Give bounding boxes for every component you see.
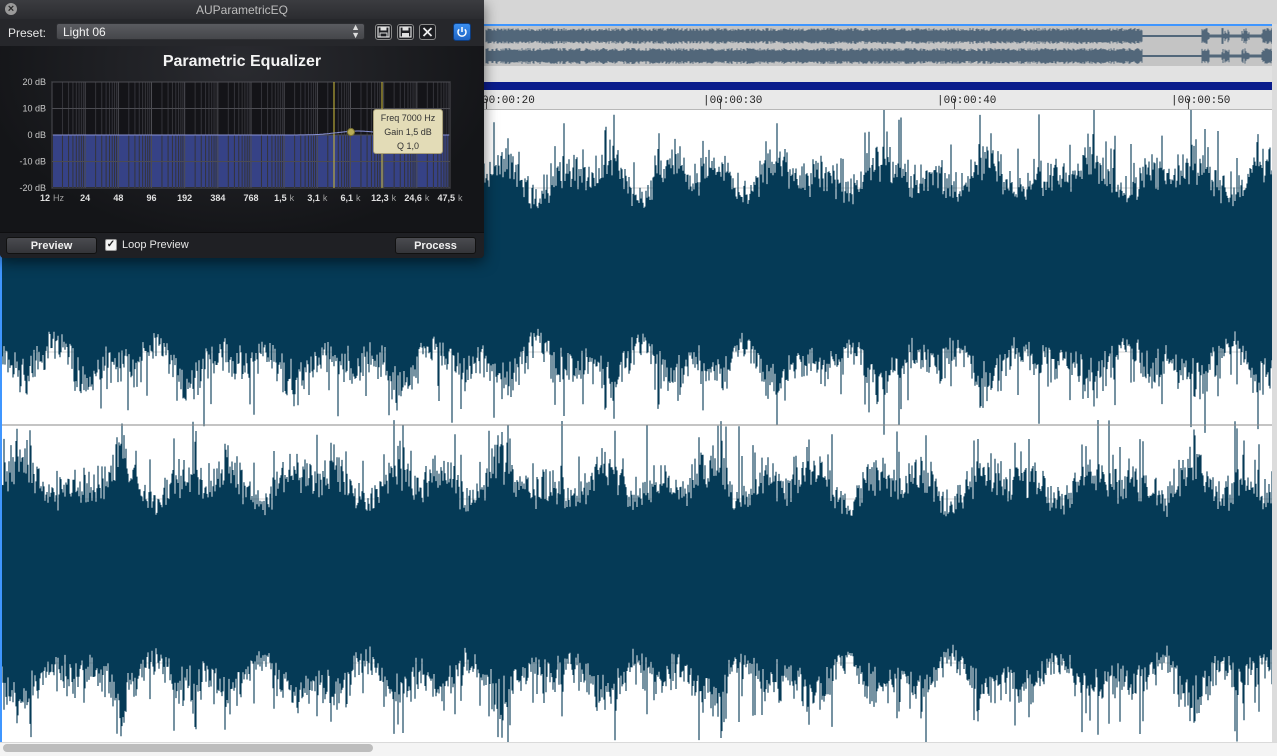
frequency-tick-label: 192: [177, 193, 192, 203]
eq-footer: Preview ✓ Loop Preview Process: [0, 232, 484, 258]
frequency-tick-label: 12 Hz: [40, 193, 65, 203]
ruler-label: |00:00:50: [1171, 95, 1231, 107]
tooltip-q: Q 1,0: [396, 141, 419, 151]
band-tooltip: Freq 7000 Hz Gain 1,5 dB Q 1,0: [373, 109, 443, 154]
delete-icon: [422, 27, 433, 37]
frequency-tick-label: 768: [243, 193, 258, 203]
db-tick-label: 10 dB: [22, 104, 46, 114]
process-button[interactable]: Process: [395, 237, 476, 254]
channel-waveform: [2, 420, 1275, 743]
frequency-tick-label: 48: [113, 193, 123, 203]
save-icon: [377, 26, 390, 38]
tooltip-frequency: Freq 7000 Hz: [380, 113, 436, 123]
frequency-tick-label: 12,3 k: [371, 193, 397, 203]
eq-title-bar[interactable]: × AUParametricEQ: [0, 0, 484, 20]
preset-label: Preset:: [8, 26, 47, 40]
ruler-label: 00:00:20: [482, 95, 535, 107]
save-preset-button[interactable]: [375, 24, 392, 40]
preview-button[interactable]: Preview: [6, 237, 97, 254]
preset-row: Preset: Light 06 ▲ ▼: [0, 19, 484, 46]
chevron-updown-icon: ▲ ▼: [351, 22, 360, 40]
loop-preview-checkbox[interactable]: ✓: [105, 239, 117, 251]
eq-window-title: AUParametricEQ: [195, 3, 289, 17]
eq-heading: Parametric Equalizer: [162, 53, 322, 70]
db-tick-label: 20 dB: [22, 77, 46, 87]
ruler-label: |00:00:30: [703, 95, 763, 107]
preset-dropdown[interactable]: Light 06 ▲ ▼: [56, 23, 365, 40]
db-tick-label: -10 dB: [19, 157, 46, 167]
frequency-tick-label: 24: [80, 193, 90, 203]
save-as-icon: [399, 26, 412, 38]
save-preset-as-button[interactable]: [397, 24, 414, 40]
frequency-tick-label: 96: [146, 193, 156, 203]
horizontal-scroll-thumb[interactable]: [3, 744, 373, 752]
eq-graph-area: 20 dB 10 dB 0 dB -10 dB -20 dB 12 Hz 24 48 96 192 3…: [0, 46, 484, 232]
eq-plugin-window: × AUParametricEQ Preset: Light 06 ▲ ▼ 20…: [0, 0, 484, 258]
preset-value: Light 06: [63, 25, 106, 39]
ruler-label: |00:00:40: [937, 95, 997, 107]
bypass-power-button[interactable]: [453, 23, 471, 41]
frequency-tick-label: 6,1 k: [340, 193, 361, 203]
loop-preview-label: Loop Preview: [122, 239, 189, 251]
vertical-scrollbar[interactable]: [1272, 24, 1277, 742]
frequency-tick-label: 384: [210, 193, 225, 203]
frequency-tick-label: 24,6 k: [404, 193, 430, 203]
delete-preset-button[interactable]: [419, 24, 436, 40]
frequency-tick-label: 47,5 k: [437, 193, 463, 203]
db-tick-label: 0 dB: [27, 130, 46, 140]
frequency-tick-label: 1,5 k: [274, 193, 295, 203]
tooltip-gain: Gain 1,5 dB: [384, 127, 432, 137]
frequency-tick-label: 3,1 k: [307, 193, 328, 203]
db-tick-label: -20 dB: [19, 183, 46, 193]
power-icon: [457, 27, 467, 37]
